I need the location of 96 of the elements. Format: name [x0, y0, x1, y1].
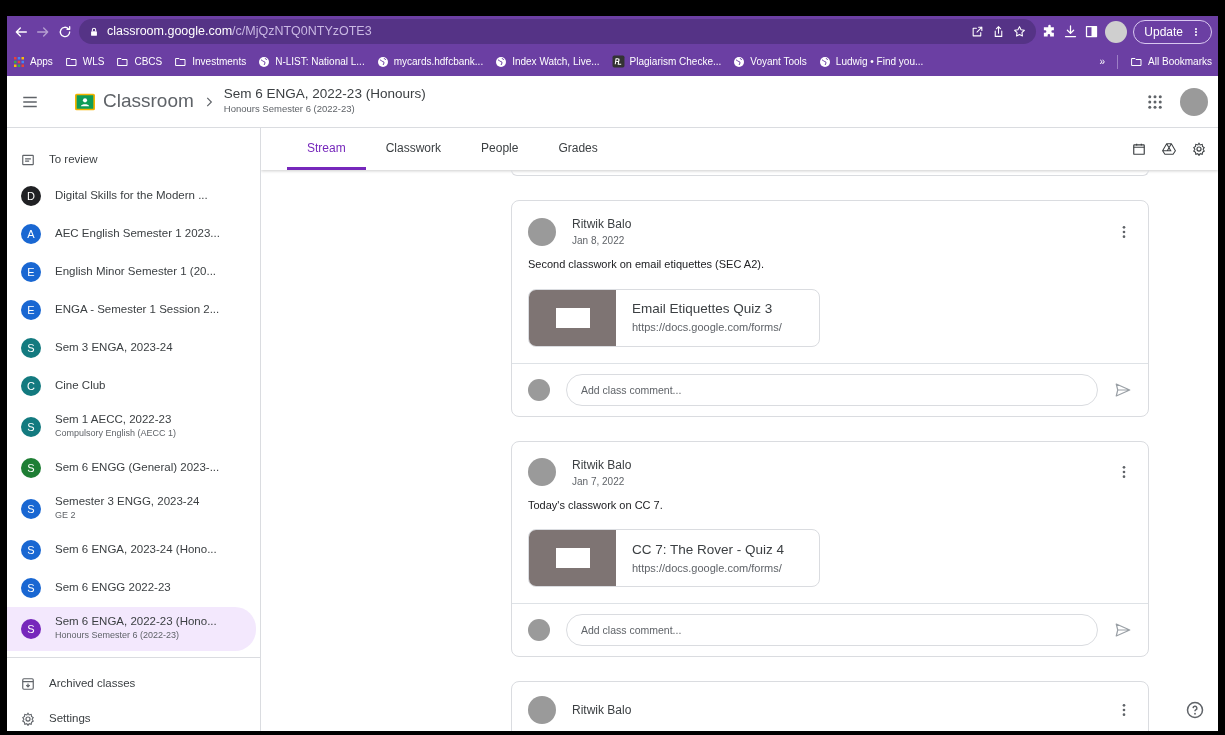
send-icon[interactable]	[1114, 380, 1132, 399]
author-name: Ritwik Balo	[572, 702, 632, 719]
class-letter-avatar: S	[21, 458, 41, 478]
sidebar-item[interactable]: S Semester 3 ENGG, 2023-24 GE 2	[7, 487, 256, 531]
tab[interactable]: Grades	[538, 128, 618, 170]
bookmark-link[interactable]: N-LIST: National L...	[258, 54, 365, 69]
lock-icon	[89, 26, 99, 37]
form-thumbnail-picture	[555, 548, 590, 568]
sidebar-item[interactable]: S Sem 6 ENGA, 2022-23 (Hono... Honours Semester 6 (2022-23)	[7, 607, 256, 651]
comment-field[interactable]: Add class comment...	[566, 373, 1098, 406]
author-avatar	[528, 458, 556, 486]
sidebar-item[interactable]: Settings	[7, 701, 256, 731]
side-panel-icon[interactable]	[1084, 24, 1100, 39]
sidebar-item[interactable]: S Sem 6 ENGG (General) 2023-...	[7, 449, 256, 487]
address-bar[interactable]: classroom.google.com/c/MjQzNTQ0NTYzOTE3	[79, 19, 1037, 44]
class-letter-avatar: A	[21, 224, 41, 244]
sidebar-item[interactable]: S Sem 3 ENGA, 2023-24	[7, 329, 256, 367]
sidebar-item[interactable]: Archived classes	[7, 666, 256, 701]
url-text[interactable]: classroom.google.com/c/MjQzNTQ0NTYzOTE3	[107, 22, 372, 41]
bookmark-link[interactable]: All Bookmarks	[1130, 54, 1212, 69]
post-date: Jan 7, 2022	[572, 474, 626, 489]
attachment-link[interactable]: Email Etiquettes Quiz 3 https://docs.google.com/forms/	[528, 288, 820, 347]
class-letter-avatar: E	[21, 262, 41, 282]
folder-icon	[64, 55, 78, 68]
download-icon[interactable]	[1063, 24, 1079, 39]
pl-logo-icon	[611, 55, 625, 68]
class-letter-avatar: D	[21, 186, 41, 206]
archive-box-icon	[21, 676, 35, 691]
class-letter-avatar: S	[21, 540, 41, 560]
globe-icon	[376, 55, 389, 68]
star-icon[interactable]	[1013, 25, 1027, 38]
overflow-chevron[interactable]: »	[1099, 54, 1106, 69]
globe-icon	[818, 55, 831, 68]
tab[interactable]: People	[461, 128, 539, 170]
bookmark-link[interactable]: Voyant Tools	[733, 54, 807, 69]
app-name[interactable]: Classroom	[103, 87, 194, 116]
apps-grid-icon	[13, 55, 25, 68]
folder-icon	[174, 55, 188, 68]
class-letter-avatar: S	[21, 578, 41, 598]
bookmark-link[interactable]: mycards.hdfcbank...	[376, 54, 484, 69]
author-avatar	[528, 696, 556, 724]
sidebar-item[interactable]: E English Minor Semester 1 (20...	[7, 253, 256, 291]
author-name: Ritwik Balo	[572, 456, 632, 474]
tray-list-icon	[21, 152, 35, 167]
sidebar-item[interactable]: A AEC English Semester 1 2023...	[7, 215, 256, 253]
author-name: Ritwik Balo	[572, 216, 632, 233]
class-subtitle: Honours Semester 6 (2022-23)	[223, 102, 356, 117]
class-letter-avatar: C	[21, 376, 41, 396]
reload-icon[interactable]	[57, 23, 73, 40]
tab[interactable]: Stream	[287, 128, 366, 170]
bookmark-link[interactable]: CBCS	[116, 54, 163, 69]
class-letter-avatar: S	[21, 499, 41, 519]
folder-icon	[116, 55, 130, 68]
post-text: Second classwork on email etiquettes (SEC A2).	[528, 257, 765, 272]
sidebar-item[interactable]: E ENGA - Semester 1 Session 2...	[7, 291, 256, 329]
globe-icon	[495, 55, 508, 68]
class-letter-avatar: E	[21, 300, 41, 320]
sidebar-item[interactable]: S Sem 1 AECC, 2022-23 Compulsory English (AECC 1)	[7, 405, 256, 449]
apps-grid-icon[interactable]	[1146, 92, 1164, 111]
class-letter-avatar: S	[21, 338, 41, 358]
attachment-link[interactable]: CC 7: The Rover - Quiz 4 https://docs.google.com/forms/	[528, 529, 820, 587]
sidebar-item[interactable]: D Digital Skills for the Modern ...	[7, 177, 256, 215]
globe-icon	[258, 55, 271, 68]
bookmark-link[interactable]: Ludwig • Find you...	[818, 54, 924, 69]
settings-icon[interactable]	[1192, 142, 1206, 156]
help-icon[interactable]	[1186, 701, 1204, 719]
sidebar-item[interactable]: S Sem 6 ENGG 2022-23	[7, 569, 256, 607]
tab[interactable]: Classwork	[365, 128, 462, 170]
form-thumbnail-picture	[555, 307, 590, 328]
folder-icon	[1130, 55, 1144, 68]
author-avatar	[528, 217, 556, 246]
comment-field[interactable]: Add class comment...	[566, 614, 1098, 646]
classroom-logo-icon[interactable]	[75, 91, 95, 112]
bookmark-link[interactable]: Index Watch, Live...	[495, 54, 600, 69]
sidebar-item[interactable]: To review	[7, 142, 256, 177]
class-title: Sem 6 ENGA, 2022-23 (Honours)	[223, 86, 426, 103]
sidebar-item[interactable]: S Sem 6 ENGA, 2023-24 (Hono...	[7, 531, 256, 569]
class-letter-avatar: S	[21, 417, 41, 437]
settings-icon	[21, 711, 35, 726]
external-link-icon[interactable]	[971, 25, 985, 38]
account-avatar[interactable]	[1180, 87, 1208, 116]
send-icon[interactable]	[1114, 621, 1132, 639]
calendar-icon[interactable]	[1132, 142, 1146, 156]
sidebar-item[interactable]: C Cine Club	[7, 367, 256, 405]
profile-avatar[interactable]	[1105, 20, 1128, 43]
globe-icon	[733, 55, 746, 68]
bookmark-link[interactable]: WLS	[64, 54, 105, 69]
drive-triangle-icon[interactable]	[1162, 142, 1176, 156]
post-date: Jan 8, 2022	[572, 234, 626, 248]
post-text: Today's classwork on CC 7.	[528, 497, 664, 513]
bookmark-link[interactable]: Plagiarism Checke...	[611, 54, 722, 69]
bookmark-link[interactable]: Apps	[13, 54, 53, 69]
bookmark-link[interactable]: Investments	[174, 54, 247, 69]
commenter-avatar	[528, 619, 550, 641]
class-letter-avatar: S	[21, 619, 41, 639]
commenter-avatar	[528, 378, 550, 401]
